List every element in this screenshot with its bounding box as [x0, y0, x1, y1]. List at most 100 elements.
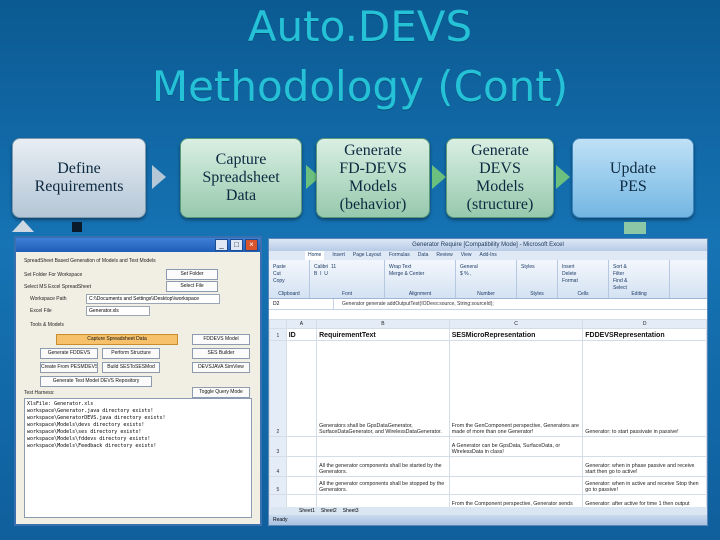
fddevs-model-button[interactable]: FDDEVS Model	[192, 334, 250, 345]
tab-page-layout[interactable]: Page Layout	[353, 251, 381, 260]
close-button[interactable]: ×	[245, 239, 258, 251]
create-pes-button[interactable]: Create From PESMDEVS	[40, 362, 98, 373]
header-cell[interactable]: ID	[285, 328, 318, 341]
tab-sheet1[interactable]: Sheet1	[299, 507, 315, 515]
column-header[interactable]: B	[316, 319, 450, 329]
excel-file-field[interactable]: Generator.xls	[86, 306, 150, 316]
maximize-button[interactable]: □	[230, 239, 243, 251]
tab-view[interactable]: View	[461, 251, 472, 260]
perform-structure-button[interactable]: Perform Structure	[102, 348, 160, 359]
table-row: 3 A Generator can be GpsData, SurfaceDat…	[269, 436, 707, 457]
minimize-button[interactable]: _	[215, 239, 228, 251]
table-cell[interactable]: From the GenComponent perspective, Gener…	[448, 340, 584, 437]
ses-builder-button[interactable]: SES Builder	[192, 348, 250, 359]
table-cell[interactable]	[285, 436, 318, 457]
tab-home[interactable]: Home	[305, 251, 325, 260]
group-font[interactable]: Calibri 11 B I U Font	[310, 260, 385, 298]
step-define-requirements: Define Requirements	[12, 138, 146, 218]
header-cell[interactable]: FDDEVSRepresentation	[582, 328, 707, 341]
group-cells[interactable]: Insert Delete Format Cells	[558, 260, 609, 298]
table-cell[interactable]: Generator: when in active and receive St…	[582, 476, 707, 495]
table-cell[interactable]	[448, 476, 584, 495]
header-cell[interactable]: RequirementText	[316, 328, 450, 341]
log-line: workspace\Models\devs directory exists!	[27, 422, 145, 428]
slide-title-line2: Methodology (Cont)	[151, 62, 569, 111]
table-cell[interactable]	[285, 456, 318, 477]
tab-add-ins[interactable]: Add-Ins	[480, 251, 497, 260]
group-editing[interactable]: Sort & Filter Find & Select Editing	[609, 260, 670, 298]
set-folder-label: Set Folder For Workspace	[24, 272, 83, 278]
step-generate-devs: Generate DEVS Models (structure)	[446, 138, 554, 218]
table-cell[interactable]	[285, 476, 318, 495]
column-header[interactable]: D	[582, 319, 707, 329]
excel-file-label: Excel File	[30, 308, 52, 314]
column-header[interactable]: C	[448, 319, 584, 329]
corner-cell[interactable]	[269, 319, 287, 329]
table-cell[interactable]: A Generator can be GpsData, SurfaceData,…	[448, 436, 584, 457]
connector-up-icon	[12, 220, 34, 232]
header-cell[interactable]: SESMicroRepresentation	[448, 328, 584, 341]
column-header[interactable]: A	[285, 319, 318, 329]
row-number[interactable]: 1	[269, 328, 287, 341]
workspace-path-label: Workspace Path	[30, 296, 67, 302]
log-line: workspace\Models\Feedback directory exis…	[27, 443, 157, 449]
formula-input[interactable]: Generator generate addOutputTest(IODevs:…	[334, 299, 494, 309]
test-model-repository-button[interactable]: Generate Test Model DEVS Repository	[40, 376, 152, 387]
generator-app-window: _ □ × SpreadSheet Based Generation of Mo…	[14, 236, 262, 526]
formula-bar: D2 Generator generate addOutputTest(IODe…	[269, 299, 707, 310]
tools-label: Tools & Models	[30, 322, 64, 328]
set-folder-button[interactable]: Set Folder	[166, 269, 218, 280]
row-number[interactable]: 4	[269, 456, 287, 477]
log-line: workspace\Generator.java directory exist…	[27, 408, 154, 414]
table-cell[interactable]: All the generator components shall be st…	[316, 476, 450, 495]
arrow-right-icon	[432, 165, 446, 189]
table-cell[interactable]: Generator: when in phase passive and rec…	[582, 456, 707, 477]
row-number[interactable]: 5	[269, 476, 287, 495]
toggle-query-mode-button[interactable]: Toggle Query Mode	[192, 387, 250, 398]
tab-sheet2[interactable]: Sheet2	[321, 507, 337, 515]
tab-insert[interactable]: Insert	[332, 251, 345, 260]
tab-review[interactable]: Review	[436, 251, 452, 260]
name-box[interactable]: D2	[269, 299, 334, 309]
excel-window: Generator Require [Compatibility Mode] -…	[268, 238, 708, 526]
build-ses-button[interactable]: Build SESToSESMod	[102, 362, 160, 373]
table-row: 4 All the generator components shall be …	[269, 456, 707, 477]
table-cell[interactable]	[448, 456, 584, 477]
table-cell[interactable]: Generator: to start passivate in passive…	[582, 340, 707, 437]
log-line: workspace\Models\ses directory exists!	[27, 429, 142, 435]
group-clipboard[interactable]: Paste Cut Copy Clipboard	[269, 260, 310, 298]
tab-data[interactable]: Data	[418, 251, 429, 260]
table-cell[interactable]	[582, 436, 707, 457]
arrow-right-icon	[152, 165, 166, 189]
excel-title: Generator Require [Compatibility Mode] -…	[269, 239, 707, 251]
group-number[interactable]: General $ % , Number	[456, 260, 517, 298]
capture-spreadsheet-button[interactable]: Capture Spreadsheet Data	[56, 334, 178, 345]
output-log: XlsFile: Generator.xls workspace\Generat…	[24, 398, 252, 518]
step-update-pes: Update PES	[572, 138, 694, 218]
step-generate-fddevs: Generate FD-DEVS Models (behavior)	[316, 138, 430, 218]
workspace-path-field[interactable]: C:\\Documents and Settings\\Desktop\\wor…	[86, 294, 220, 304]
row-number[interactable]: 2	[269, 340, 287, 437]
table-row: 1 ID RequirementText SESMicroRepresentat…	[269, 328, 707, 341]
devsjava-simview-button[interactable]: DEVSJAVA SimView	[192, 362, 250, 373]
status-bar: Ready	[269, 515, 707, 525]
sheet-tabs: Sheet1 Sheet2 Sheet3	[269, 507, 707, 515]
group-styles[interactable]: Styles Styles	[517, 260, 558, 298]
window-titlebar: _ □ ×	[16, 238, 260, 252]
select-spreadsheet-label: Select MS Excel SpreadSheet	[24, 284, 91, 290]
generate-fddevs-button[interactable]: Generate FDDEVS	[40, 348, 98, 359]
spreadsheet-grid: A B C D 1 ID RequirementText SESMicroRep…	[269, 319, 707, 515]
app-heading: SpreadSheet Based Generation of Models a…	[24, 258, 156, 264]
row-number[interactable]: 3	[269, 436, 287, 457]
table-cell[interactable]	[316, 436, 450, 457]
group-alignment[interactable]: Wrap Text Merge & Center Alignment	[385, 260, 456, 298]
table-cell[interactable]: All the generator components shall be st…	[316, 456, 450, 477]
select-file-button[interactable]: Select File	[166, 281, 218, 292]
tab-sheet3[interactable]: Sheet3	[343, 507, 359, 515]
tab-formulas[interactable]: Formulas	[389, 251, 410, 260]
connector-marker-icon	[72, 222, 82, 232]
log-line: workspace\GeneratorDEVS.java directory e…	[27, 415, 166, 421]
table-cell[interactable]	[285, 340, 318, 437]
table-cell[interactable]: Generators shall be GpsDataGenerator, Su…	[316, 340, 450, 437]
table-row: 5 All the generator components shall be …	[269, 476, 707, 495]
